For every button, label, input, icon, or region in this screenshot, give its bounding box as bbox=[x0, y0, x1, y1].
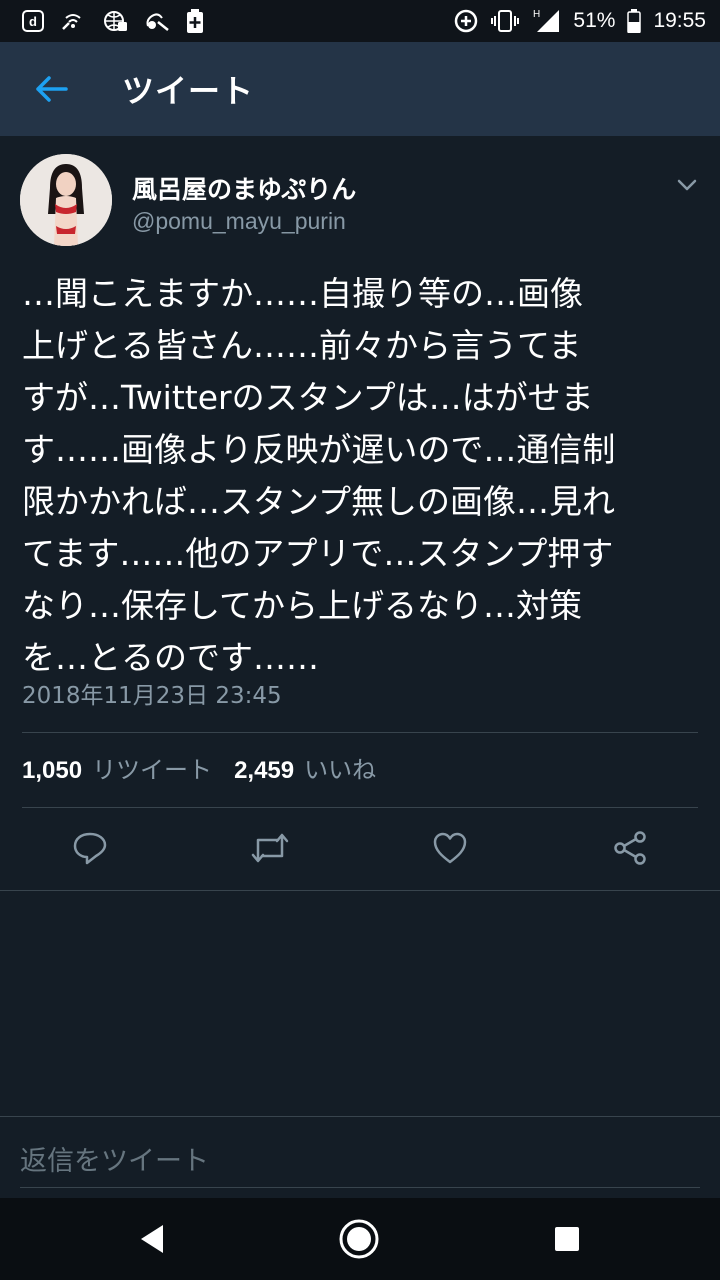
share-button[interactable] bbox=[610, 828, 650, 868]
svg-text:d: d bbox=[29, 14, 37, 29]
author-name[interactable]: 風呂屋のまゆぷりん bbox=[132, 170, 356, 206]
share-icon bbox=[614, 831, 646, 865]
triangle-back-icon bbox=[141, 1225, 163, 1253]
circle-home-icon bbox=[339, 1219, 379, 1259]
nav-back-button[interactable] bbox=[130, 1217, 174, 1261]
tweet-stats: 1,050 リツイート 2,459 いいね bbox=[22, 750, 398, 785]
likes-count[interactable]: 2,459 bbox=[234, 757, 294, 785]
vibrate-icon bbox=[491, 9, 520, 33]
nav-home-button[interactable] bbox=[337, 1217, 381, 1261]
reply-icon bbox=[73, 832, 107, 865]
divider bbox=[0, 890, 720, 891]
wifi-calling-icon bbox=[60, 10, 86, 32]
app-header: ツイート bbox=[0, 42, 720, 136]
battery-icon bbox=[627, 9, 642, 33]
network-type-text: H bbox=[533, 9, 540, 20]
clock: 19:55 bbox=[653, 9, 706, 32]
globe-lock-icon bbox=[102, 9, 128, 33]
status-bar-left: d bbox=[22, 9, 220, 33]
nav-recents-button[interactable] bbox=[545, 1217, 589, 1261]
navigation-bar bbox=[0, 1198, 720, 1280]
vpn-key-icon bbox=[144, 10, 170, 32]
back-arrow-icon bbox=[36, 76, 68, 102]
tweet-menu-button[interactable] bbox=[672, 170, 702, 200]
reply-button[interactable] bbox=[70, 828, 110, 868]
heart-icon bbox=[433, 832, 467, 864]
status-bar: d H 51% 19:55 bbox=[0, 0, 720, 42]
avatar-image bbox=[20, 154, 112, 246]
page-title: ツイート bbox=[122, 72, 255, 110]
retweets-label[interactable]: リツイート bbox=[92, 750, 212, 785]
tweet-text: …聞こえますか……自撮り等の…画像 上げとる皆さん……前々から言うてま すが…T… bbox=[22, 274, 616, 677]
data-saver-icon bbox=[453, 8, 479, 34]
signal-icon: H bbox=[531, 8, 561, 34]
d-app-icon: d bbox=[22, 10, 44, 32]
likes-label[interactable]: いいね bbox=[304, 750, 376, 785]
reply-bar bbox=[0, 1116, 720, 1199]
tweet-author: 風呂屋のまゆぷりん @pomu_mayu_purin bbox=[0, 136, 720, 256]
reply-input[interactable] bbox=[20, 1135, 700, 1188]
back-button[interactable] bbox=[24, 62, 78, 116]
battery-plus-icon bbox=[186, 9, 204, 33]
like-button[interactable] bbox=[430, 828, 470, 868]
battery-percent: 51% bbox=[573, 9, 616, 32]
avatar[interactable] bbox=[20, 154, 112, 246]
chevron-down-icon bbox=[677, 179, 697, 191]
retweets-count[interactable]: 1,050 bbox=[22, 757, 82, 785]
author-handle[interactable]: @pomu_mayu_purin bbox=[132, 208, 346, 235]
divider bbox=[22, 732, 698, 733]
retweet-icon bbox=[251, 833, 289, 863]
tweet-timestamp: 2018年11月23日 23:45 bbox=[22, 683, 282, 709]
square-recents-icon bbox=[555, 1227, 579, 1251]
status-bar-right: H 51% 19:55 bbox=[441, 8, 706, 34]
retweet-button[interactable] bbox=[250, 828, 290, 868]
tweet-actions bbox=[0, 808, 720, 890]
